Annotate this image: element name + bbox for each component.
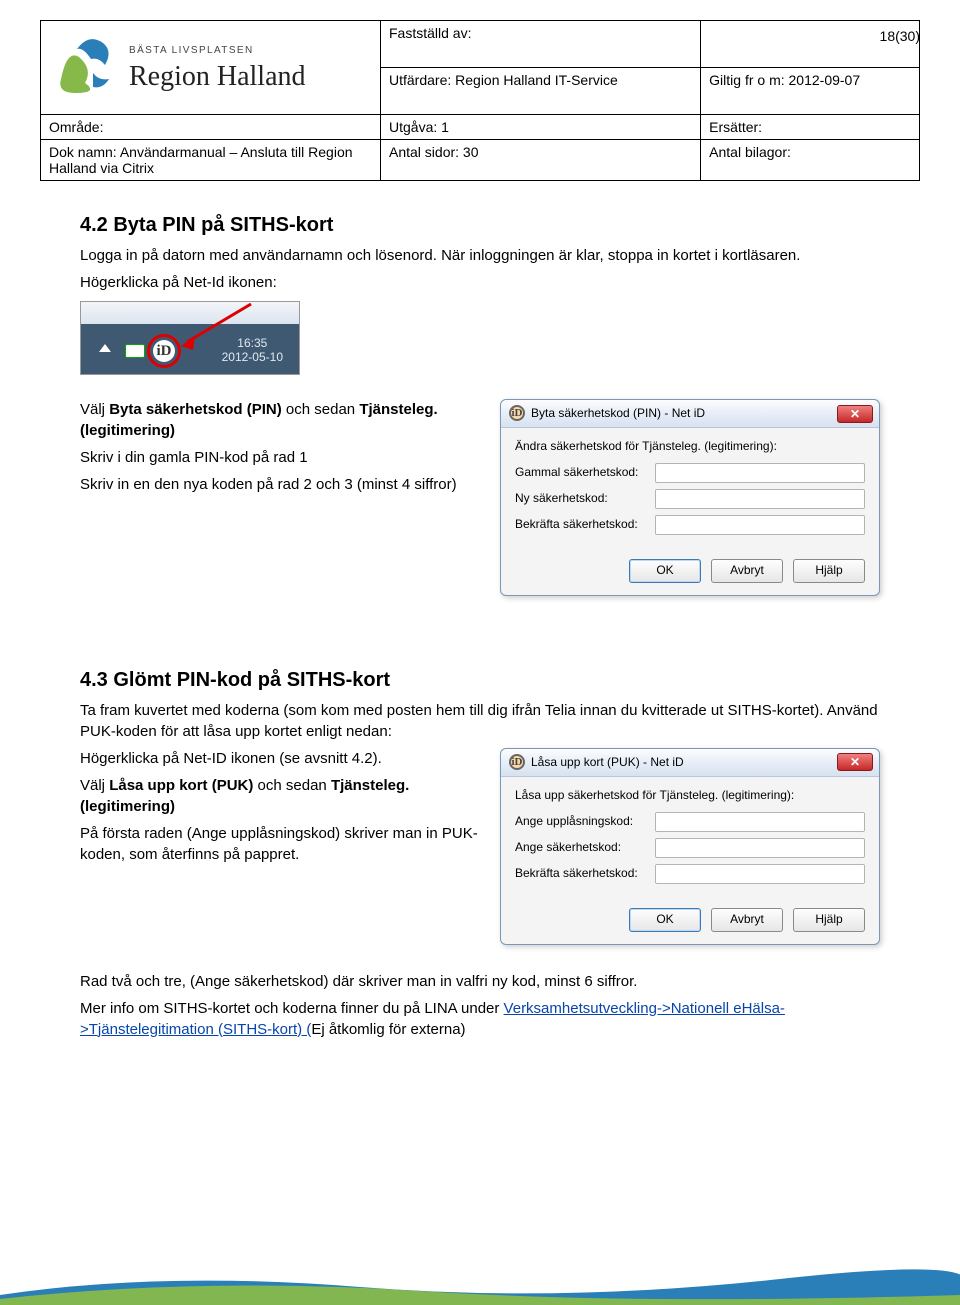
s43-p1: Ta fram kuvertet med koderna (som kom me… xyxy=(80,700,880,742)
close-button[interactable]: ✕ xyxy=(837,753,873,771)
confirm-code-input[interactable] xyxy=(655,515,865,535)
region-halland-logo: BÄSTA LIVSPLATSEN Region Halland xyxy=(49,29,349,103)
ok-button[interactable]: OK xyxy=(629,559,701,583)
security-code-label: Ange säkerhetskod: xyxy=(515,839,655,856)
confirm-code-label: Bekräfta säkerhetskod: xyxy=(515,516,655,533)
change-pin-dialog: iD Byta säkerhetskod (PIN) - Net iD ✕ Än… xyxy=(500,399,880,596)
tray-battery-icon xyxy=(125,344,145,358)
hdr-utgava: Utgåva: 1 xyxy=(381,115,701,140)
new-code-label: Ny säkerhetskod: xyxy=(515,490,655,507)
hdr-faststalld: Fastställd av: xyxy=(381,21,701,68)
footer-decoration xyxy=(0,1265,960,1305)
cancel-button[interactable]: Avbryt xyxy=(711,559,783,583)
s43-p6: Mer info om SITHS-kortet och koderna fin… xyxy=(80,998,880,1040)
tray-chevron-up-icon xyxy=(99,344,111,352)
logo-cell: BÄSTA LIVSPLATSEN Region Halland xyxy=(41,21,381,115)
hdr-sidor: Antal sidor: 30 xyxy=(381,140,701,181)
text: Ej åtkomlig för externa) xyxy=(311,1021,465,1038)
security-code-input[interactable] xyxy=(655,838,865,858)
hdr-ersatter: Ersätter: xyxy=(701,115,920,140)
close-button[interactable]: ✕ xyxy=(837,405,873,423)
unlock-puk-dialog: iD Låsa upp kort (PUK) - Net iD ✕ Låsa u… xyxy=(500,748,880,945)
text-bold: Låsa upp kort (PUK) xyxy=(109,777,253,794)
heading-4-3: 4.3 Glömt PIN-kod på SITHS-kort xyxy=(80,666,880,694)
cancel-button[interactable]: Avbryt xyxy=(711,908,783,932)
logo-tagline: BÄSTA LIVSPLATSEN xyxy=(129,44,254,56)
tray-time-text: 16:35 xyxy=(222,336,283,350)
text: Mer info om SITHS-kortet och koderna fin… xyxy=(80,1000,504,1017)
s42-p2: Högerklicka på Net-Id ikonen: xyxy=(80,272,880,293)
page-number: 18(30) xyxy=(880,28,920,44)
tray-date-text: 2012-05-10 xyxy=(222,350,283,364)
old-code-input[interactable] xyxy=(655,463,865,483)
dialog-title: Byta säkerhetskod (PIN) - Net iD xyxy=(531,405,705,422)
logo-name: Region Halland xyxy=(129,61,306,92)
hdr-bilagor: Antal bilagor: xyxy=(701,140,920,181)
hdr-giltig: Giltig fr o m: 2012-09-07 xyxy=(701,68,920,115)
help-button[interactable]: Hjälp xyxy=(793,559,865,583)
dialog-subtitle: Låsa upp säkerhetskod för Tjänsteleg. (l… xyxy=(515,787,865,804)
text: och sedan xyxy=(282,401,360,418)
heading-4-2: 4.2 Byta PIN på SITHS-kort xyxy=(80,211,880,239)
unlock-code-label: Ange upplåsningskod: xyxy=(515,813,655,830)
confirm-security-code-input[interactable] xyxy=(655,864,865,884)
text: Välj xyxy=(80,777,109,794)
system-tray-screenshot: iD 16:35 2012-05-10 xyxy=(80,301,300,375)
dialog-title: Låsa upp kort (PUK) - Net iD xyxy=(531,754,684,771)
confirm-security-code-label: Bekräfta säkerhetskod: xyxy=(515,865,655,882)
hdr-utfardare: Utfärdare: Region Halland IT-Service xyxy=(381,68,701,115)
doc-header: BÄSTA LIVSPLATSEN Region Halland Faststä… xyxy=(40,20,920,181)
red-highlight-circle xyxy=(147,334,181,368)
tray-clock: 16:35 2012-05-10 xyxy=(222,336,283,365)
text: Välj xyxy=(80,401,109,418)
old-code-label: Gammal säkerhetskod: xyxy=(515,464,655,481)
hdr-doknamn: Dok namn: Användarmanual – Ansluta till … xyxy=(41,140,381,181)
s42-p1: Logga in på datorn med användarnamn och … xyxy=(80,245,880,266)
dialog-subtitle: Ändra säkerhetskod för Tjänsteleg. (legi… xyxy=(515,438,865,455)
ok-button[interactable]: OK xyxy=(629,908,701,932)
dialog-titlebar: iD Byta säkerhetskod (PIN) - Net iD ✕ xyxy=(501,400,879,428)
header-table: BÄSTA LIVSPLATSEN Region Halland Faststä… xyxy=(40,20,920,181)
help-button[interactable]: Hjälp xyxy=(793,908,865,932)
netid-dialog-icon: iD xyxy=(509,405,525,421)
hdr-omrade: Område: xyxy=(41,115,381,140)
new-code-input[interactable] xyxy=(655,489,865,509)
dialog-titlebar: iD Låsa upp kort (PUK) - Net iD ✕ xyxy=(501,749,879,777)
unlock-code-input[interactable] xyxy=(655,812,865,832)
s43-p5: Rad två och tre, (Ange säkerhetskod) där… xyxy=(80,971,880,992)
text: och sedan xyxy=(253,777,331,794)
text-bold: Byta säkerhetskod (PIN) xyxy=(109,401,282,418)
netid-dialog-icon: iD xyxy=(509,754,525,770)
